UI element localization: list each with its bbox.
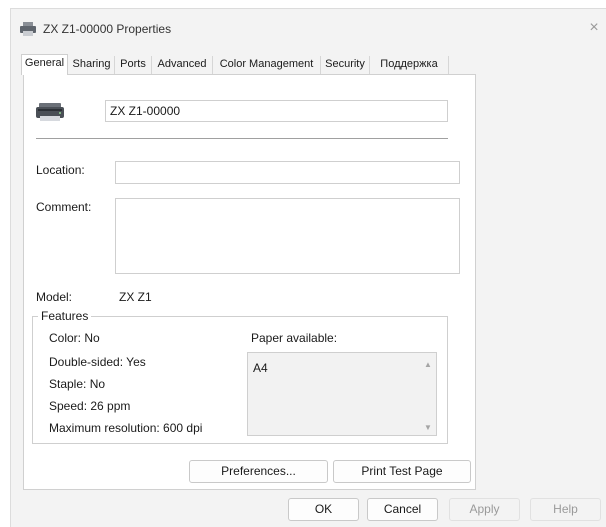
help-button[interactable]: Help (530, 498, 601, 521)
tab-sharing[interactable]: Sharing (69, 56, 115, 74)
tab-ports[interactable]: Ports (115, 56, 152, 74)
feature-staple: Staple: No (49, 377, 106, 391)
paper-list[interactable]: A4 ▲ ▼ (247, 352, 437, 436)
features-legend: Features (38, 309, 92, 323)
printer-name-field[interactable]: ZX Z1-00000 (105, 100, 448, 122)
close-icon[interactable]: × (586, 19, 602, 37)
tab-advanced[interactable]: Advanced (152, 56, 213, 74)
scroll-up-icon[interactable]: ▲ (424, 361, 432, 369)
tab-support[interactable]: Поддержка (370, 56, 449, 74)
model-value: ZX Z1 (119, 290, 152, 304)
print-test-page-button[interactable]: Print Test Page (333, 460, 471, 483)
cancel-button[interactable]: Cancel (367, 498, 438, 521)
feature-double-sided: Double-sided: Yes (49, 355, 146, 369)
tab-color-management[interactable]: Color Management (213, 56, 321, 74)
feature-color: Color: No (49, 331, 100, 345)
window-title: ZX Z1-00000 Properties (43, 22, 172, 36)
tab-security[interactable]: Security (321, 56, 370, 74)
list-item[interactable]: A4 (253, 361, 268, 375)
comment-field[interactable] (115, 198, 460, 274)
features-group: Features Color: No Double-sided: Yes Sta… (32, 309, 448, 444)
separator (36, 138, 448, 139)
comment-label: Comment: (36, 200, 92, 214)
location-label: Location: (36, 163, 85, 177)
printer-icon (20, 22, 36, 36)
apply-button[interactable]: Apply (449, 498, 520, 521)
paper-available-label: Paper available: (251, 331, 338, 345)
model-label: Model: (36, 290, 73, 304)
feature-max-resolution: Maximum resolution: 600 dpi (49, 421, 203, 435)
general-panel: ZX Z1-00000 Location: Comment: Model: ZX… (23, 74, 476, 490)
properties-window: ZX Z1-00000 Properties × General Sharing… (10, 8, 606, 527)
ok-button[interactable]: OK (288, 498, 359, 521)
title-bar: ZX Z1-00000 Properties × (11, 9, 606, 47)
printer-icon (36, 103, 64, 121)
feature-speed: Speed: 26 ppm (49, 399, 131, 413)
scroll-down-icon[interactable]: ▼ (424, 424, 432, 432)
tab-general[interactable]: General (21, 54, 68, 75)
preferences-button[interactable]: Preferences... (189, 460, 328, 483)
location-field[interactable] (115, 161, 460, 184)
